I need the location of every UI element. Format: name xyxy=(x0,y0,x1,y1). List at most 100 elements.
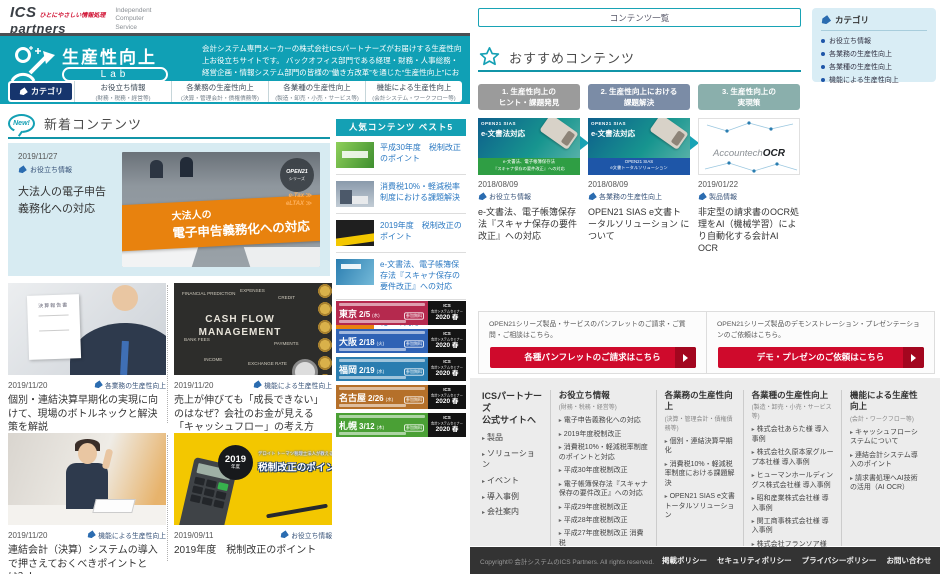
footer-link[interactable]: 株式会社あらた様 導入事例 xyxy=(752,425,834,444)
nav-item-label: 機能による生産性向上 xyxy=(366,82,462,93)
bottom-link-posting-policy[interactable]: 掲載ポリシー xyxy=(662,555,707,566)
footer-link[interactable]: 昭和産業株式会社様 導入事例 xyxy=(752,494,834,513)
site-title-lab-badge: Lab xyxy=(62,67,168,82)
popular-item[interactable]: 消費税10%・軽減税率制度における課題解決 xyxy=(336,175,466,214)
step-1-header[interactable]: 1. 生産性向上のヒント・課題発見 xyxy=(478,84,580,110)
article-title: e-文書法、電子帳簿保存法『スキャナ保存の要件改正』への対応 xyxy=(478,206,580,242)
footer-link[interactable]: OPEN21 SIAS e文書トータルソリューション xyxy=(665,492,736,520)
popular-item-link[interactable]: 2019年度 税制改正のポイント xyxy=(380,220,466,242)
article-date: 2019/11/20 xyxy=(8,381,47,390)
footer-link[interactable]: ソリューション xyxy=(482,449,543,471)
dotted-divider xyxy=(167,285,168,423)
person-with-rising-arrow-icon xyxy=(10,45,58,83)
recommended-card[interactable]: AccountechOCR 2019/01/22 製品情報 非定型の請求書のOC… xyxy=(698,118,800,255)
bottom-link-contact[interactable]: お問い合わせ xyxy=(886,555,931,566)
sidebar-item-useful-info[interactable]: お役立ち情報 xyxy=(821,36,927,46)
footer-link[interactable]: 個別・連結決算早期化 xyxy=(665,437,736,456)
category-button[interactable]: カテゴリ xyxy=(10,83,72,100)
article-category-tag[interactable]: 製品情報 xyxy=(698,192,800,202)
ics-partners-logo[interactable]: ICSひとにやさしい情報処理 partners Independent Comp… xyxy=(10,5,152,35)
footer-link[interactable]: 導入事例 xyxy=(482,492,543,503)
recommended-card[interactable]: OPEN21 SIAS e-文書法対応 OPEN21 SIAS e文書トータルソ… xyxy=(588,118,690,242)
nav-item-by-function[interactable]: 機能による生産性向上 (会計システム・ワークフロー等) xyxy=(365,81,462,102)
popular-item[interactable]: e-文書法、電子帳簿保存法『スキャナ保存の要件改正』への対応 xyxy=(336,253,466,300)
category-sidebar: カテゴリ お役立ち情報 各業務の生産性向上 各業種の生産性向上 機能による生産性… xyxy=(812,8,936,82)
footer-link[interactable]: 株式会社久原本家グループ本社様 導入事例 xyxy=(752,448,834,467)
article-category-tag[interactable]: お役立ち情報 xyxy=(478,192,580,202)
footer-link[interactable]: 平成27年度税制改正 消費税 xyxy=(559,529,649,548)
footer-link[interactable]: イベント xyxy=(482,476,543,487)
step-2-header[interactable]: 2. 生産性向上における課題解決 xyxy=(588,84,690,110)
article-category-tag[interactable]: 各業務の生産性向上 xyxy=(94,380,166,390)
nav-item-by-operation[interactable]: 各業務の生産性向上 (決算・管理会計・債権債務等) xyxy=(171,81,268,102)
footer-col-useful-info: お役立ち情報 (財務・税務・経営等) 電子申告義務化への対応 2019年度税制改… xyxy=(550,390,656,546)
footer-link[interactable]: キャッシュフローシステムについて xyxy=(850,428,921,447)
year-badge: 2019年度 xyxy=(218,445,253,480)
recommended-title: おすすめコンテンツ xyxy=(509,48,635,67)
decor-suit xyxy=(70,323,166,375)
sidebar-item-by-industry[interactable]: 各業種の生産性向上 xyxy=(821,62,927,72)
nav-item-useful-info[interactable]: お役立ち情報 (財務・税務・経営等) xyxy=(74,81,171,102)
nav-item-label: 各業種の生産性向上 xyxy=(269,82,365,93)
article-category-tag[interactable]: お役立ち情報 xyxy=(18,165,112,175)
article-card[interactable]: 決算報告書 2019/11/20 各業務の生産性向上 個別・連結決算早期化の実現… xyxy=(8,283,166,435)
featured-article-thumbnail[interactable]: e-Tax ≫ eLTAX ≫ 大法人の 電子申告義務化への対応 OPEN21 … xyxy=(122,152,320,267)
article-title: 非定型の請求書のOCR処理をAI（機械学習）により自動化する会計AI OCR xyxy=(698,206,800,255)
footer-link[interactable]: 平成28年度税制改正 xyxy=(559,516,649,525)
nav-item-sublabel: (会計システム・ワークフロー等) xyxy=(368,93,459,102)
popular-item[interactable]: 2019年度 税制改正のポイント xyxy=(336,214,466,253)
nav-item-by-industry[interactable]: 各業種の生産性向上 (製造・卸売・小売・サービス等) xyxy=(268,81,365,102)
popular-item-link[interactable]: 平成30年度 税制改正のポイント xyxy=(380,142,466,164)
article-title: OPEN21 SIAS e文書トータルソリューション について xyxy=(588,206,690,242)
tag-icon xyxy=(477,192,487,202)
footer-link[interactable]: 電子申告義務化への対応 xyxy=(559,416,649,425)
article-category-tag[interactable]: お役立ち情報 xyxy=(280,530,332,540)
footer-link[interactable]: 2019年度税制改正 xyxy=(559,430,649,439)
popular-item-link[interactable]: 消費税10%・軽減税率制度における課題解決 xyxy=(380,181,466,203)
footer-link[interactable]: 製品 xyxy=(482,433,543,444)
article-card[interactable]: 2019年度 デロイト トーマツ税理士法人が教える 税制改正のポイント 2019… xyxy=(174,433,332,558)
recommended-card[interactable]: OPEN21 SIAS e-文書法対応 e-文書法、電子帳簿保存法 『スキャナ保… xyxy=(478,118,580,242)
pamphlet-request-button[interactable]: 各種パンフレットのご請求はこちら xyxy=(490,347,696,368)
article-thumbnail: 2019年度 デロイト トーマツ税理士法人が教える 税制改正のポイント xyxy=(174,433,332,525)
footer-link[interactable]: 関工商事株式会社様 導入事例 xyxy=(752,517,834,536)
footer-link[interactable]: 請求書処理へAI技術の活用（AI OCR） xyxy=(850,474,921,493)
footer-link[interactable]: 会社案内 xyxy=(482,507,543,518)
new-contents-title: 新着コンテンツ xyxy=(44,114,142,133)
logo-wordmark: ICSひとにやさしい情報処理 partners xyxy=(10,5,105,35)
seminar-banner-sapporo[interactable]: 札幌 3/12 (木) 参加無料 ICS会計システムセミナー2020 春 xyxy=(336,413,466,437)
sidebar-item-by-function[interactable]: 機能による生産性向上 xyxy=(821,75,927,85)
popular-item[interactable]: 平成30年度 税制改正のポイント xyxy=(336,136,466,175)
footer-link[interactable]: 連結会計システム導入のポイント xyxy=(850,451,921,470)
article-category-tag[interactable]: 機能による生産性向上 xyxy=(253,380,332,390)
footer-link[interactable]: 消費税10%・軽減税率制度のポイントと対応 xyxy=(559,443,649,462)
footer-link[interactable]: 電子帳簿保存法『スキャナ保存の要件改正』への対応 xyxy=(559,480,649,499)
decor-table xyxy=(244,247,320,267)
contents-list-button[interactable]: コンテンツ一覧 xyxy=(478,8,801,27)
footer-link[interactable]: 消費税10%・軽減税率制度における課題解決 xyxy=(665,460,736,488)
popular-item-link[interactable]: e-文書法、電子帳簿保存法『スキャナ保存の要件改正』への対応 xyxy=(380,259,466,293)
seminar-banner-fukuoka[interactable]: 福岡 2/19 (水) 参加無料 ICS会計システムセミナー2020 春 xyxy=(336,357,466,381)
footer-link[interactable]: ヒューマンホールディングス株式会社様 導入事例 xyxy=(752,471,834,490)
nav-item-label: 各業務の生産性向上 xyxy=(172,82,268,93)
article-card[interactable]: 2019/11/20 機能による生産性向上 連結会計（決算）システムの導入で押さ… xyxy=(8,433,166,574)
tag-icon xyxy=(252,380,262,390)
step-3-header[interactable]: 3. 生産性向上の実現策 xyxy=(698,84,800,110)
decor-coins xyxy=(314,283,332,375)
seminar-banner-nagoya[interactable]: 名古屋 2/26 (水) 参加無料 ICS会計システムセミナー2020 春 xyxy=(336,385,466,409)
footer-col-by-operation: 各業務の生産性向上 (決算・管理会計・債権債務等) 個別・連結決算早期化 消費税… xyxy=(656,390,743,546)
article-category-tag[interactable]: 機能による生産性向上 xyxy=(87,530,166,540)
bullet-icon xyxy=(821,52,825,56)
footer-link[interactable]: 平成29年度税制改正 xyxy=(559,503,649,512)
sidebar-item-by-operation[interactable]: 各業務の生産性向上 xyxy=(821,49,927,59)
seminar-banner-tokyo[interactable]: 東京 2/5 (水) 参加無料 ICS会計システムセミナー2020 春 xyxy=(336,301,466,325)
seminar-banner-osaka[interactable]: 大阪 2/18 (火) 参加無料 ICS会計システムセミナー2020 春 xyxy=(336,329,466,353)
article-category-tag[interactable]: 各業務の生産性向上 xyxy=(588,192,690,202)
featured-article-card[interactable]: 2019/11/27 お役立ち情報 大法人の電子申告義務化への対応 e-Tax … xyxy=(8,143,330,276)
recommended-heading: おすすめコンテンツ xyxy=(478,46,635,68)
bottom-link-security-policy[interactable]: セキュリティポリシー xyxy=(717,555,792,566)
demo-request-button[interactable]: デモ・プレゼンのご依頼はこちら xyxy=(718,347,924,368)
article-card[interactable]: FINANCIAL PREDICTION EXPENSES CREDIT BAN… xyxy=(174,283,332,435)
bottom-link-privacy-policy[interactable]: プライバシーポリシー xyxy=(802,555,877,566)
footer-link[interactable]: 平成30年度税制改正 xyxy=(559,466,649,475)
